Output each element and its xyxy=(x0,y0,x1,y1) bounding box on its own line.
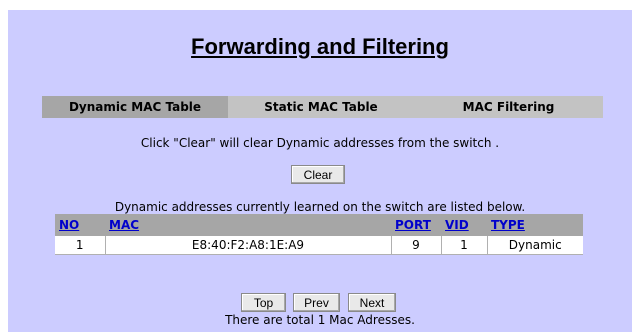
header-port: PORT xyxy=(391,214,441,236)
sort-mac-link[interactable]: MAC xyxy=(109,218,139,232)
page-title: Forwarding and Filtering xyxy=(191,34,449,59)
tab-bar: Dynamic MAC Table Static MAC Table MAC F… xyxy=(42,96,603,118)
header-mac: MAC xyxy=(105,214,391,236)
tab-mac-filtering[interactable]: MAC Filtering xyxy=(414,96,603,118)
tab-dynamic-mac-table[interactable]: Dynamic MAC Table xyxy=(42,96,228,118)
mac-table: NO MAC PORT VID TYPE 1 E8:40:F2:A8:1E:A9… xyxy=(55,214,583,255)
listed-description: Dynamic addresses currently learned on t… xyxy=(114,200,526,214)
cell-mac: E8:40:F2:A8:1E:A9 xyxy=(104,236,391,255)
page-panel: Forwarding and Filtering Dynamic MAC Tab… xyxy=(8,10,632,332)
table-header-row: NO MAC PORT VID TYPE xyxy=(55,214,583,236)
sort-port-link[interactable]: PORT xyxy=(395,218,431,232)
header-vid: VID xyxy=(441,214,487,236)
clear-hint-text: Click "Clear" will clear Dynamic address… xyxy=(140,136,500,150)
sort-type-link[interactable]: TYPE xyxy=(491,218,525,232)
total-count-text: There are total 1 Mac Adresses. xyxy=(225,313,415,327)
clear-button[interactable]: Clear xyxy=(291,165,345,184)
tab-static-mac-table[interactable]: Static MAC Table xyxy=(228,96,414,118)
prev-button[interactable]: Prev xyxy=(293,293,340,312)
sort-no-link[interactable]: NO xyxy=(59,218,79,232)
cell-type: Dynamic xyxy=(486,236,583,255)
cell-port: 9 xyxy=(390,236,441,255)
header-type: TYPE xyxy=(487,214,583,236)
cell-vid: 1 xyxy=(440,236,487,255)
cell-no: 1 xyxy=(55,236,105,255)
sort-vid-link[interactable]: VID xyxy=(445,218,469,232)
next-button[interactable]: Next xyxy=(348,293,396,312)
header-no: NO xyxy=(55,214,105,236)
table-row: 1 E8:40:F2:A8:1E:A9 9 1 Dynamic xyxy=(55,236,583,255)
top-button[interactable]: Top xyxy=(241,293,286,312)
